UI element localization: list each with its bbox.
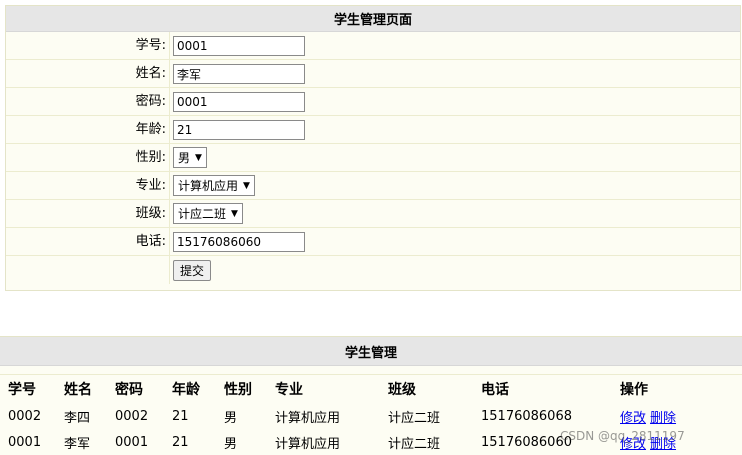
edit-link[interactable]: 修改 bbox=[620, 407, 646, 426]
caret-down-icon: ▼ bbox=[195, 152, 202, 163]
table-header-row: 学号 姓名 密码 年龄 性别 专业 班级 电话 操作 bbox=[0, 375, 742, 403]
form-row-phone: 电话: bbox=[6, 228, 740, 256]
cell-age: 21 bbox=[172, 434, 189, 450]
header-phone: 电话 bbox=[481, 382, 509, 398]
age-input[interactable] bbox=[173, 120, 305, 140]
header-gender: 性别 bbox=[224, 382, 252, 398]
form-row-class: 班级: 计应二班 ▼ bbox=[6, 200, 740, 228]
cell-student-id: 0001 bbox=[8, 434, 42, 450]
row-divider bbox=[169, 256, 170, 284]
cell-name: 李军 bbox=[64, 436, 91, 452]
name-label: 姓名: bbox=[135, 66, 166, 81]
form-title: 学生管理页面 bbox=[6, 6, 740, 32]
gender-select[interactable]: 男 ▼ bbox=[173, 147, 207, 168]
row-divider bbox=[169, 228, 170, 255]
row-divider bbox=[169, 32, 170, 59]
header-password: 密码 bbox=[115, 382, 143, 398]
password-label: 密码: bbox=[135, 94, 166, 109]
cell-phone: 15176086060 bbox=[481, 434, 572, 450]
table-row: 0002 李四 0002 21 男 计算机应用 计应二班 15176086068… bbox=[0, 403, 742, 429]
cell-class: 计应二班 bbox=[388, 436, 441, 452]
major-select[interactable]: 计算机应用 ▼ bbox=[173, 175, 255, 196]
header-name: 姓名 bbox=[64, 382, 92, 398]
header-age: 年龄 bbox=[172, 382, 200, 398]
form-row-password: 密码: bbox=[6, 88, 740, 116]
student-id-input[interactable] bbox=[173, 36, 305, 56]
class-select-value: 计应二班 bbox=[178, 207, 227, 221]
row-divider bbox=[169, 144, 170, 171]
form-row-id: 学号: bbox=[6, 32, 740, 60]
class-label: 班级: bbox=[135, 206, 166, 221]
form-row-name: 姓名: bbox=[6, 60, 740, 88]
gender-select-value: 男 bbox=[178, 151, 191, 165]
cell-phone: 15176086068 bbox=[481, 408, 572, 424]
cell-password: 0002 bbox=[115, 408, 149, 424]
list-title: 学生管理 bbox=[0, 337, 742, 366]
header-major: 专业 bbox=[275, 382, 303, 398]
major-label: 专业: bbox=[135, 178, 166, 193]
password-input[interactable] bbox=[173, 92, 305, 112]
row-divider bbox=[169, 116, 170, 143]
cell-actions: 修改 删除 bbox=[620, 403, 680, 429]
cell-major: 计算机应用 bbox=[275, 436, 341, 452]
form-row-age: 年龄: bbox=[6, 116, 740, 144]
major-select-value: 计算机应用 bbox=[178, 179, 239, 193]
age-label: 年龄: bbox=[135, 122, 166, 137]
cell-gender: 男 bbox=[224, 410, 238, 426]
header-student-id: 学号 bbox=[8, 382, 36, 398]
cell-student-id: 0002 bbox=[8, 408, 42, 424]
cell-password: 0001 bbox=[115, 434, 149, 450]
student-id-label: 学号: bbox=[135, 38, 166, 53]
cell-major: 计算机应用 bbox=[275, 410, 341, 426]
row-divider bbox=[169, 60, 170, 87]
class-select[interactable]: 计应二班 ▼ bbox=[173, 203, 243, 224]
row-divider bbox=[169, 88, 170, 115]
cell-gender: 男 bbox=[224, 436, 238, 452]
cell-age: 21 bbox=[172, 408, 189, 424]
row-divider bbox=[169, 200, 170, 227]
gender-label: 性别: bbox=[135, 150, 166, 165]
cell-class: 计应二班 bbox=[388, 410, 441, 426]
caret-down-icon: ▼ bbox=[243, 180, 250, 191]
header-actions: 操作 bbox=[620, 382, 648, 398]
header-class: 班级 bbox=[388, 382, 416, 398]
phone-label: 电话: bbox=[135, 234, 166, 249]
cell-name: 李四 bbox=[64, 410, 91, 426]
row-divider bbox=[169, 172, 170, 199]
form-row-gender: 性别: 男 ▼ bbox=[6, 144, 740, 172]
caret-down-icon: ▼ bbox=[231, 208, 238, 219]
student-form-panel: 学生管理页面 学号: 姓名: 密码: 年龄: 性别: 男 ▼ 专业: 计算机应用… bbox=[5, 5, 741, 291]
form-row-major: 专业: 计算机应用 ▼ bbox=[6, 172, 740, 200]
phone-input[interactable] bbox=[173, 232, 305, 252]
submit-button[interactable]: 提交 bbox=[173, 260, 212, 281]
delete-link[interactable]: 删除 bbox=[650, 407, 676, 426]
name-input[interactable] bbox=[173, 64, 305, 84]
form-row-submit: 提交 bbox=[6, 256, 740, 284]
csdn-watermark: CSDN @qq_2811197 bbox=[560, 429, 685, 443]
list-spacer bbox=[0, 366, 742, 375]
